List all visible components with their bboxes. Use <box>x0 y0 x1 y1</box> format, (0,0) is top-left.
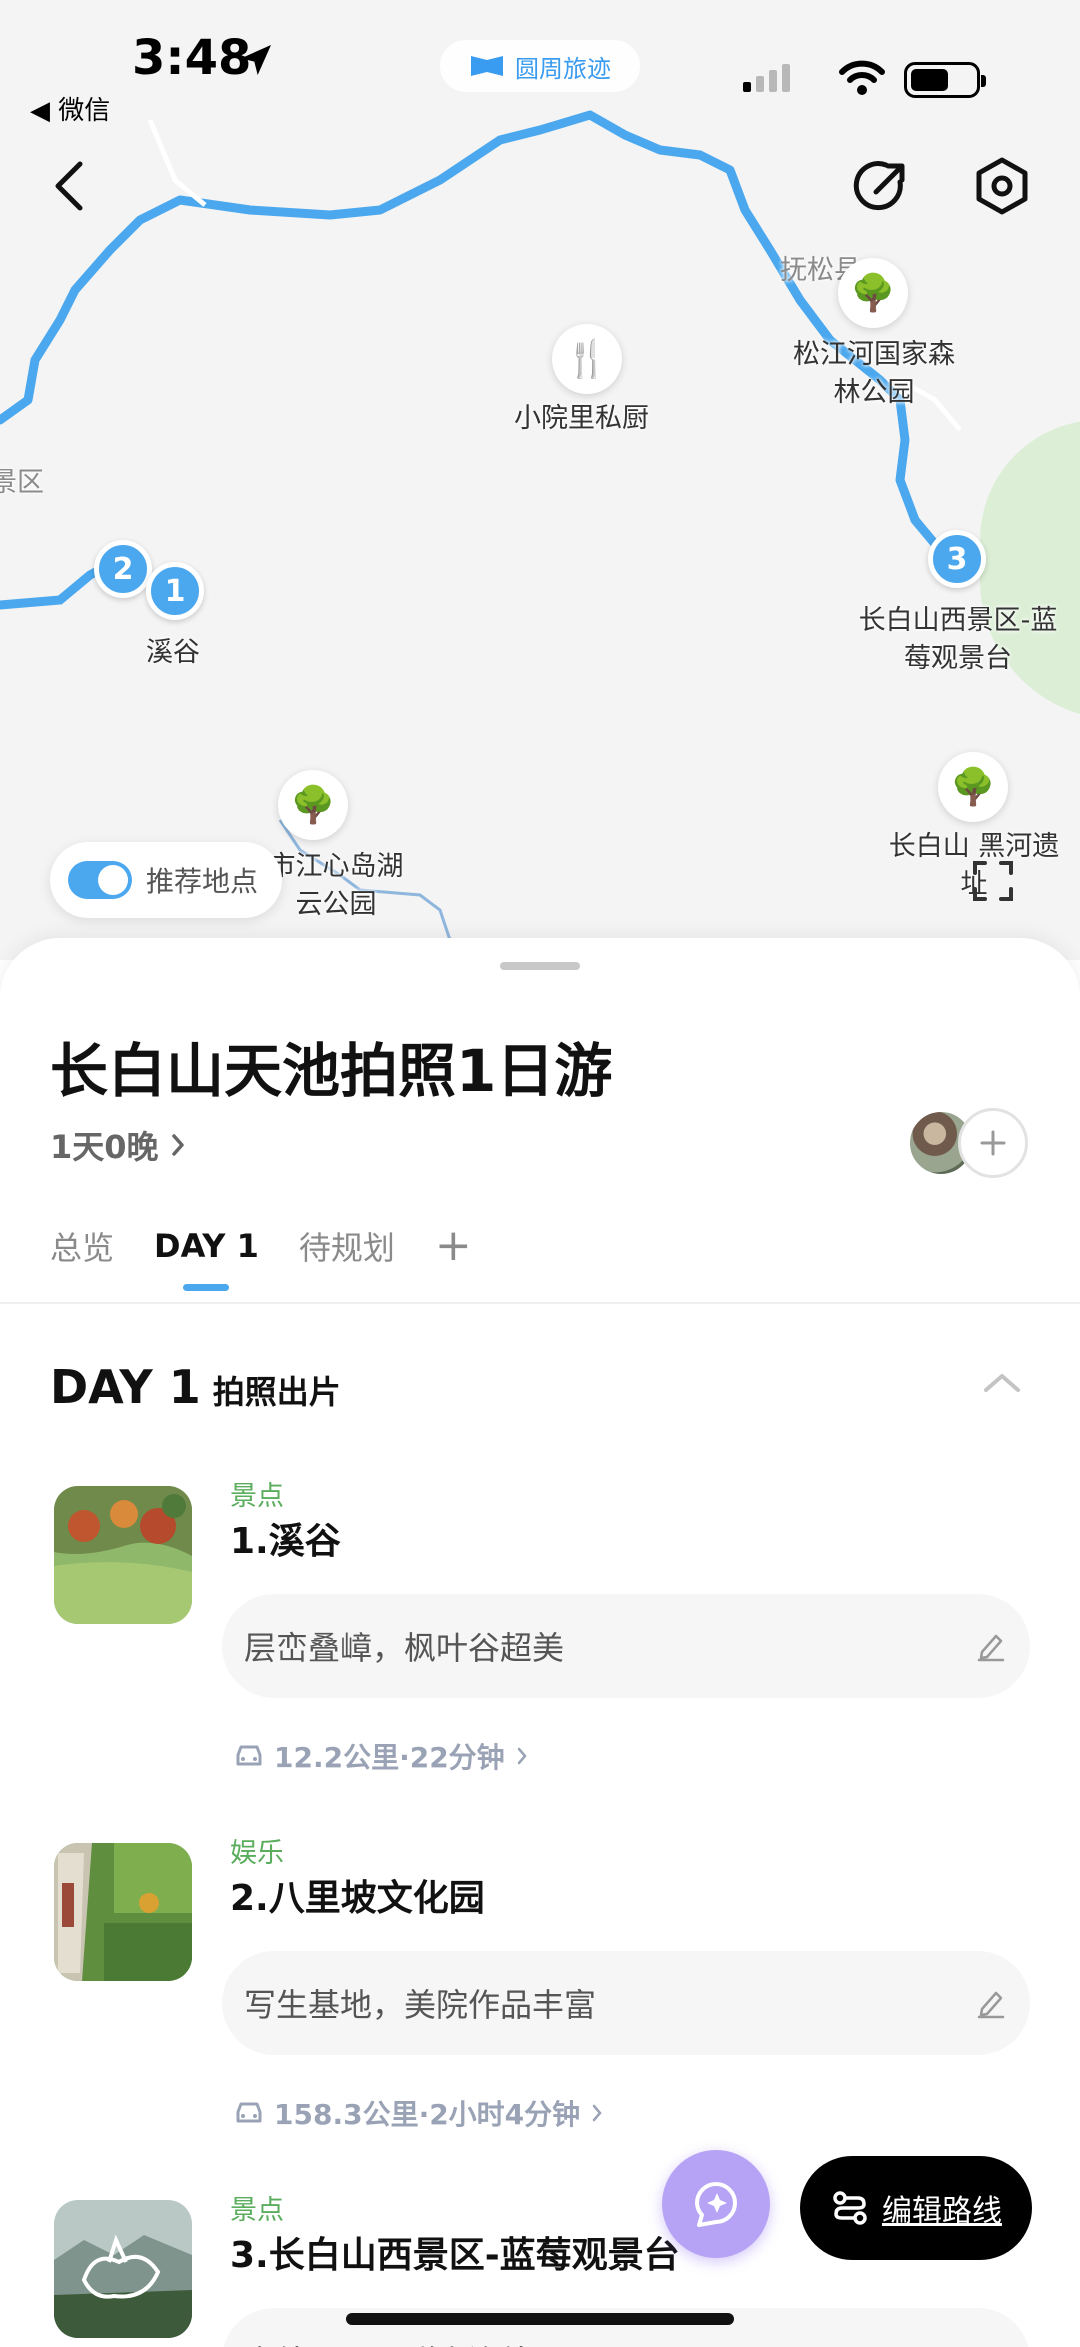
item-note-text: 写生基地，美院作品丰富 <box>244 1986 597 2024</box>
share-button[interactable] <box>842 146 922 226</box>
add-day-button[interactable]: + <box>435 1220 472 1271</box>
toggle-switch[interactable] <box>68 861 132 899</box>
restaurant-pin-icon[interactable]: 🍴 <box>552 324 622 394</box>
map-label-songjiang: 松江河国家森林公园 <box>793 339 955 408</box>
map-label-west: 长白山西景区-蓝莓观景台 <box>858 605 1058 674</box>
settings-button[interactable] <box>962 146 1042 226</box>
item-category: 娱乐 <box>230 1838 284 1869</box>
chevron-right-icon <box>592 2104 602 2122</box>
item-note[interactable]: 层峦叠嶂，枫叶谷超美 <box>222 1594 1030 1698</box>
day-theme: 拍照出片 <box>212 1373 341 1411</box>
chevron-right-icon <box>171 1134 184 1156</box>
app-pill-label: 圆周旅迹 <box>515 54 611 83</box>
wifi-icon <box>839 60 885 95</box>
transport-text: 158.3公里·2小时4分钟 <box>274 2098 581 2131</box>
route-stop-2-pin[interactable]: 2 <box>94 540 152 598</box>
app-indicator-pill: 圆周旅迹 <box>440 40 640 92</box>
chevron-right-icon <box>517 1747 527 1765</box>
place-photo-xigu[interactable] <box>54 1486 192 1624</box>
place-photo-balipo[interactable] <box>54 1843 192 1981</box>
transport-text: 12.2公里·22分钟 <box>274 1741 505 1774</box>
sheet-drag-handle[interactable] <box>500 962 580 970</box>
car-icon <box>236 1745 262 1766</box>
day-header: DAY 1 拍照出片 <box>50 1360 341 1414</box>
route-icon <box>833 2191 867 2225</box>
battery-icon <box>904 62 986 98</box>
tab-overview[interactable]: 总览 <box>50 1223 114 1269</box>
day-label: DAY 1 <box>50 1360 201 1414</box>
forest-pin-icon[interactable]: 🌳 <box>838 258 908 328</box>
ai-assistant-button[interactable] <box>662 2150 770 2258</box>
flag-icon <box>471 56 503 76</box>
status-time: 3:48 <box>132 30 252 86</box>
edit-route-label: 编辑路线 <box>882 2194 1002 2229</box>
itinerary-sheet: 长白山天池拍照1日游 1天0晚 总览 DAY 1 待规划 + DAY 1 拍照出… <box>0 938 1080 2347</box>
trip-duration: 1天0晚 <box>50 1128 159 1166</box>
route-stop-3-pin[interactable]: 3 <box>928 530 986 588</box>
item-name: 3.长白山西景区-蓝莓观景台 <box>230 2235 680 2276</box>
map-view[interactable]: 3:48 ◀ 微信 圆周旅迹 抚松县 🌳 松江河国家森林公园 🍴 小院里私厨 景… <box>0 0 1080 960</box>
transport-segment[interactable]: 158.3公里·2小时4分钟 <box>234 2093 604 2133</box>
toggle-label: 推荐地点 <box>146 865 259 898</box>
item-category: 景点 <box>230 1481 284 1512</box>
back-to-wechat-link[interactable]: ◀ 微信 <box>30 90 110 127</box>
divider <box>0 1302 1080 1304</box>
add-member-button[interactable] <box>958 1108 1028 1178</box>
fullscreen-button[interactable] <box>958 846 1028 916</box>
item-note-text: 层峦叠嶂，枫叶谷超美 <box>244 1629 565 1667</box>
tab-day-1[interactable]: DAY 1 <box>154 1227 259 1291</box>
trip-title: 长白山天池拍照1日游 <box>50 1037 613 1105</box>
chevron-left-icon <box>55 161 83 211</box>
heihe-pin-icon[interactable]: 🌳 <box>938 752 1008 822</box>
trip-duration-link[interactable]: 1天0晚 <box>50 1122 187 1168</box>
transport-segment[interactable]: 12.2公里·22分钟 <box>234 1736 529 1776</box>
recommend-places-toggle[interactable]: 推荐地点 <box>50 842 283 918</box>
pencil-icon[interactable] <box>976 1987 1006 2019</box>
place-photo-blueberry[interactable] <box>54 2200 192 2338</box>
route-lines <box>0 110 963 941</box>
cellular-signal-icon <box>743 64 790 92</box>
tab-unplanned[interactable]: 待规划 <box>299 1223 395 1269</box>
fullscreen-icon <box>973 861 1013 901</box>
map-label-edge: 景区 <box>0 467 44 498</box>
edit-route-button[interactable]: 编辑路线 <box>800 2156 1032 2260</box>
route-stop-1-pin[interactable]: 1 <box>146 562 204 620</box>
item-name: 2.八里坡文化园 <box>230 1878 485 1919</box>
item-note-text: 高处观景，群山连绵 <box>244 2337 532 2347</box>
location-arrow-icon <box>241 45 271 75</box>
map-label-xigu: 溪谷 <box>146 637 200 668</box>
chevron-up-icon[interactable] <box>980 1368 1024 1396</box>
sparkle-chat-icon <box>695 2182 737 2227</box>
item-note[interactable]: 写生基地，美院作品丰富 <box>222 1951 1030 2055</box>
item-name: 1.溪谷 <box>230 1521 341 1562</box>
home-indicator[interactable] <box>346 2313 734 2325</box>
plus-icon <box>980 1130 1006 1156</box>
park-pin-icon[interactable]: 🌳 <box>278 770 348 840</box>
share-icon <box>853 161 905 211</box>
back-button[interactable] <box>30 146 110 226</box>
map-label-kitchen: 小院里私厨 <box>514 403 649 434</box>
pencil-icon[interactable] <box>976 1630 1006 1662</box>
day-tabs: 总览 DAY 1 待规划 + <box>50 1220 472 1291</box>
car-icon <box>236 2102 262 2123</box>
settings-hexagon-icon <box>976 157 1028 215</box>
item-category: 景点 <box>230 2195 284 2226</box>
